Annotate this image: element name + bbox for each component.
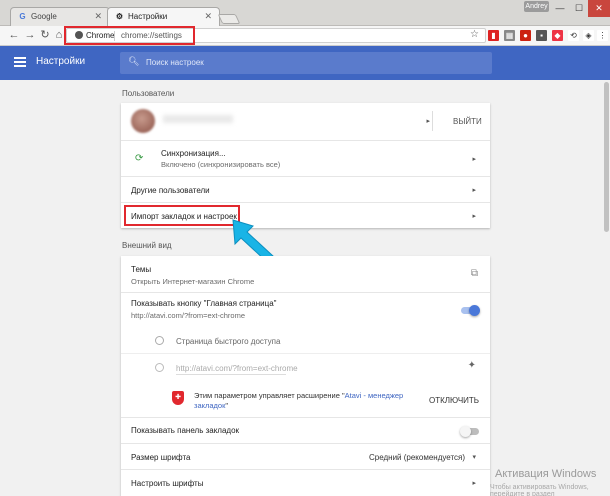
minimize-button[interactable]: — xyxy=(550,0,570,17)
extension-pocket-icon[interactable]: ◆ xyxy=(552,30,563,41)
search-placeholder: Поиск настроек xyxy=(146,58,204,67)
disable-extension-button[interactable]: ОТКЛЮЧИТЬ xyxy=(429,396,479,405)
windows-activation-text: Чтобы активировать Windows, перейдите в … xyxy=(490,484,589,496)
atavi-shield-icon: ✚ xyxy=(172,391,184,405)
bookmarks-bar-toggle[interactable] xyxy=(460,426,479,437)
fonts-row[interactable]: Настроить шрифты ▸ xyxy=(121,469,490,496)
home-button-title: Показывать кнопку "Главная страница" xyxy=(131,299,277,308)
radio-url-label: http://atavi.com/?from=ext-chrome xyxy=(176,364,298,373)
chevron-right-icon: ▸ xyxy=(472,213,476,220)
toggle-knob xyxy=(469,305,480,316)
radio-url-row[interactable]: http://atavi.com/?from=ext-chrome ✦ xyxy=(121,353,490,379)
chevron-down-icon[interactable]: ▾ xyxy=(472,453,476,461)
settings-search-input[interactable]: 🔍︎ Поиск настроек xyxy=(120,52,492,74)
puzzle-icon: ✦ xyxy=(467,360,476,371)
font-size-row[interactable]: Размер шрифта Средний (рекомендуется) ▾ xyxy=(121,443,490,469)
external-link-icon[interactable]: ⧉ xyxy=(471,268,478,279)
other-users-row[interactable]: Другие пользователи ▸ xyxy=(121,176,490,202)
sync-title: Синхронизация... xyxy=(161,149,226,158)
import-highlight-box xyxy=(124,205,240,226)
chevron-right-icon: ▸ xyxy=(472,187,476,194)
appearance-card: Темы Открыть Интернет-магазин Chrome ⧉ П… xyxy=(121,256,490,496)
section-title-users: Пользователи xyxy=(122,89,175,98)
tab-settings[interactable]: ⚙ Настройки ✕ xyxy=(107,7,220,26)
profile-badge[interactable]: Andrey xyxy=(524,1,549,12)
home-button-url: http://atavi.com/?from=ext-chrome xyxy=(131,311,246,320)
tab-google-label: Google xyxy=(31,12,57,21)
extension-translate-icon[interactable]: ⟲ xyxy=(568,30,579,41)
home-button-row[interactable]: Показывать кнопку "Главная страница" htt… xyxy=(121,292,490,325)
windows-activation-title: Активация Windows xyxy=(495,468,597,480)
fonts-label: Настроить шрифты xyxy=(131,479,204,488)
back-arrow-icon[interactable]: ← xyxy=(7,28,21,42)
page-title: Настройки xyxy=(36,56,86,67)
radio-new-tab-row[interactable]: Страница быстрого доступа xyxy=(121,325,490,353)
maximize-button[interactable]: ☐ xyxy=(569,0,589,17)
scrollbar-thumb[interactable] xyxy=(604,82,609,232)
google-icon: G xyxy=(19,12,26,21)
extension-dark-icon[interactable]: ▪ xyxy=(536,30,547,41)
themes-row[interactable]: Темы Открыть Интернет-магазин Chrome ⧉ xyxy=(121,256,490,292)
section-title-appearance: Внешний вид xyxy=(122,241,172,250)
divider xyxy=(432,111,433,131)
other-users-label: Другие пользователи xyxy=(131,186,210,195)
sync-row[interactable]: ⟳ Синхронизация... Включено (синхронизир… xyxy=(121,140,490,176)
radio-new-tab-label: Страница быстрого доступа xyxy=(176,337,281,346)
bookmarks-bar-row[interactable]: Показывать панель закладок xyxy=(121,417,490,443)
extension-red-icon[interactable]: ▮ xyxy=(488,30,499,41)
forward-arrow-icon[interactable]: → xyxy=(23,28,37,42)
settings-header: Настройки 🔍︎ Поиск настроек xyxy=(0,46,610,80)
tab-google[interactable]: G Google ✕ xyxy=(10,7,110,26)
tab-close-icon[interactable]: ✕ xyxy=(204,11,212,22)
tab-close-icon[interactable]: ✕ xyxy=(94,11,102,22)
scrollbar[interactable] xyxy=(603,80,610,496)
search-icon: 🔍︎ xyxy=(128,56,140,66)
bookmarks-bar-label: Показывать панель закладок xyxy=(131,426,240,435)
extension-grey-icon[interactable]: ▦ xyxy=(504,30,515,41)
new-tab-button[interactable] xyxy=(217,14,241,24)
home-button-toggle[interactable] xyxy=(461,305,480,316)
extension-layers-icon[interactable]: ◈ xyxy=(583,30,594,41)
menu-kebab-icon[interactable]: ⋮ xyxy=(597,30,608,41)
address-highlight-box xyxy=(64,26,195,45)
gear-icon: ⚙ xyxy=(115,12,124,21)
radio-url[interactable] xyxy=(155,363,164,372)
title-bar: G Google ✕ ⚙ Настройки ✕ Andrey — ☐ ✕ xyxy=(0,0,610,26)
radio-new-tab[interactable] xyxy=(155,336,164,345)
profile-name-blurred xyxy=(163,115,233,123)
bookmark-star-icon[interactable]: ☆ xyxy=(470,29,479,40)
browser-toolbar: ← → ↻ ⌂ Chrome chrome://settings ☆ ▮ ▦ ●… xyxy=(0,26,610,46)
close-window-button[interactable]: ✕ xyxy=(588,0,610,17)
extension-notice-suffix: " xyxy=(225,401,229,410)
extension-notice-text: Этим параметром управляет расширение "At… xyxy=(194,391,419,411)
url-field-underline xyxy=(176,374,286,375)
font-size-label: Размер шрифта xyxy=(131,453,191,462)
tab-settings-label: Настройки xyxy=(128,12,168,21)
sync-subtitle: Включено (синхронизировать все) xyxy=(161,160,281,169)
reload-icon[interactable]: ↻ xyxy=(38,28,52,42)
signout-button[interactable]: ВЫЙТИ xyxy=(453,117,482,126)
chevron-right-icon: ▸ xyxy=(472,480,476,487)
sync-icon: ⟳ xyxy=(135,153,144,164)
hamburger-menu-icon[interactable] xyxy=(14,57,26,67)
chevron-right-icon: ▸ xyxy=(426,118,430,125)
extension-notice-row: ✚ Этим параметром управляет расширение "… xyxy=(121,379,490,417)
font-size-select[interactable]: Средний (рекомендуется) xyxy=(369,453,465,462)
chevron-right-icon: ▸ xyxy=(472,156,476,163)
extension-abp-icon[interactable]: ● xyxy=(520,30,531,41)
toggle-knob xyxy=(460,426,471,437)
extension-notice-prefix: Этим параметром управляет расширение " xyxy=(194,391,345,400)
avatar xyxy=(131,109,155,133)
themes-subtitle: Открыть Интернет-магазин Chrome xyxy=(131,277,255,286)
profile-row[interactable]: ▸ ВЫЙТИ xyxy=(121,103,490,140)
themes-title: Темы xyxy=(131,265,152,274)
